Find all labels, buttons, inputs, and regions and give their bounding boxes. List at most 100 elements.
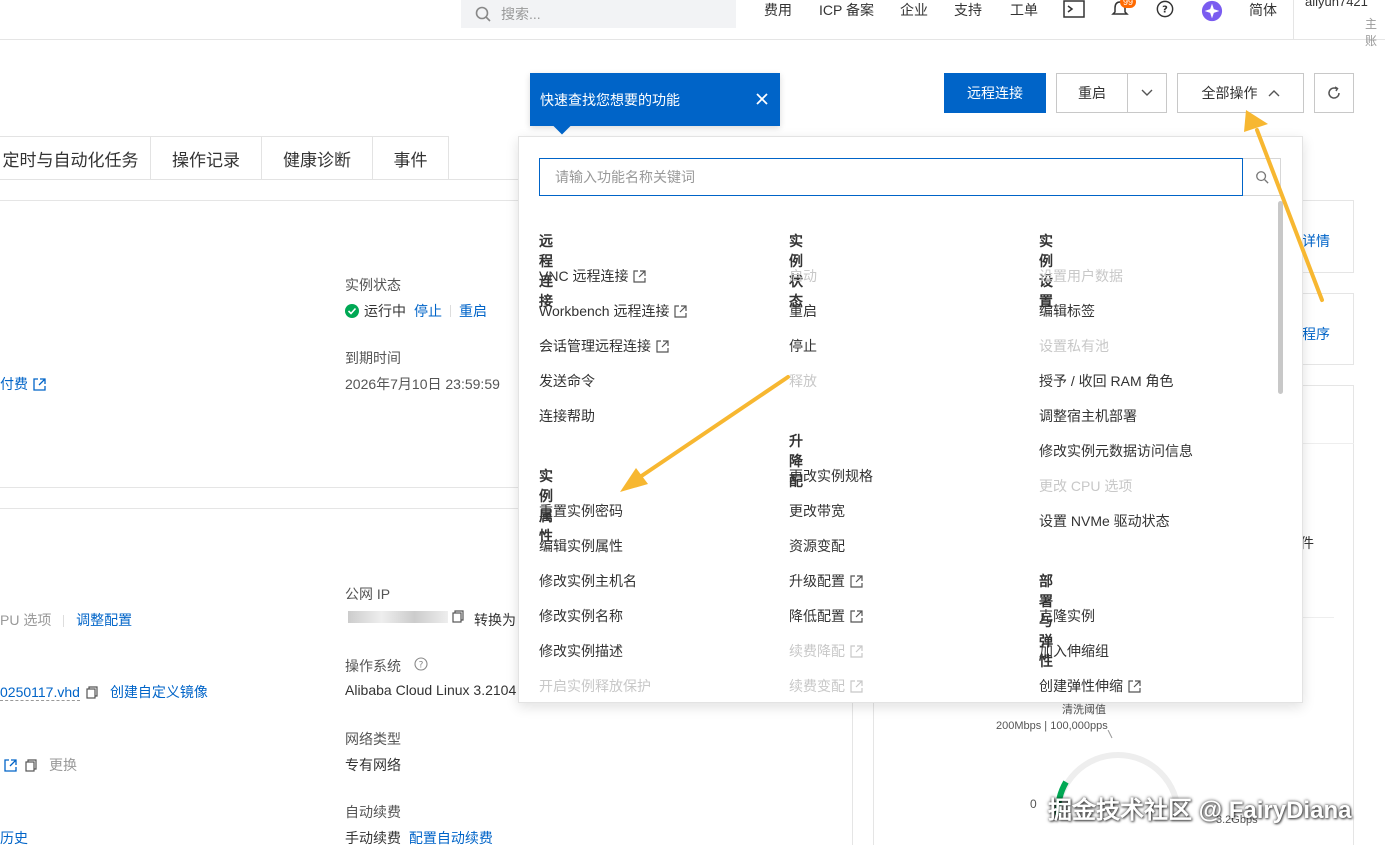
menu-item-label: 续费降配 bbox=[789, 643, 845, 659]
copy-icon[interactable] bbox=[86, 685, 98, 699]
copy-icon[interactable] bbox=[25, 758, 37, 772]
details-link[interactable]: 详情 bbox=[1302, 231, 1330, 251]
dropdown-menu-item[interactable]: 发送命令 bbox=[539, 371, 595, 391]
dropdown-menu-item[interactable]: VNC 远程连接 bbox=[539, 266, 647, 286]
adjust-config-link[interactable]: 调整配置 bbox=[76, 612, 132, 628]
terminal-icon[interactable] bbox=[1063, 0, 1085, 18]
top-navbar: 搜索... 费用 ICP 备案 企业 支持 工单 99 ? 简体 aliyun7… bbox=[0, 0, 1385, 48]
tab-operation-log[interactable]: 操作记录 bbox=[150, 136, 262, 180]
dropdown-menu-item[interactable]: 续费变配 bbox=[789, 676, 863, 696]
dropdown-menu-item[interactable]: 释放 bbox=[789, 371, 817, 391]
network-type-value: 专有网络 bbox=[345, 757, 401, 773]
menu-item-label: 修改实例名称 bbox=[539, 608, 623, 624]
refresh-button[interactable] bbox=[1314, 73, 1354, 113]
dropdown-menu-item[interactable]: 设置私有池 bbox=[1039, 336, 1109, 356]
dropdown-menu-item[interactable]: 重置实例密码 bbox=[539, 501, 623, 521]
dropdown-menu-item[interactable]: 续费降配 bbox=[789, 641, 863, 661]
external-link-icon bbox=[33, 377, 46, 391]
dropdown-menu-item[interactable]: 停止 bbox=[789, 336, 817, 356]
dropdown-menu-item[interactable]: 编辑实例属性 bbox=[539, 536, 623, 556]
convert-to-fragment[interactable]: 转换为 bbox=[474, 610, 516, 630]
dropdown-menu-item[interactable]: 修改实例主机名 bbox=[539, 571, 637, 591]
all-actions-button[interactable]: 全部操作 bbox=[1177, 73, 1304, 113]
replace-link[interactable]: 更换 bbox=[49, 755, 77, 775]
svg-text:?: ? bbox=[1162, 5, 1168, 16]
dropdown-menu-item[interactable]: 编辑标签 bbox=[1039, 301, 1095, 321]
dropdown-menu-item[interactable]: 会话管理远程连接 bbox=[539, 336, 669, 356]
dropdown-menu-item[interactable]: 创建弹性伸缩 bbox=[1039, 676, 1141, 696]
dropdown-menu-item[interactable]: 连接帮助 bbox=[539, 406, 595, 426]
chevron-down-icon bbox=[1141, 89, 1153, 96]
image-id-link[interactable]: 0250117.vhd bbox=[0, 684, 80, 701]
menu-item-label: 开启实例释放保护 bbox=[539, 678, 651, 694]
nav-billing[interactable]: 费用 bbox=[764, 0, 792, 20]
dropdown-menu-item[interactable]: Workbench 远程连接 bbox=[539, 301, 688, 321]
dropdown-menu-item[interactable]: 设置用户数据 bbox=[1039, 266, 1123, 286]
copy-icon[interactable] bbox=[452, 610, 464, 623]
menu-item-label: Workbench 远程连接 bbox=[539, 303, 670, 319]
dropdown-menu-item[interactable]: 升级配置 bbox=[789, 571, 863, 591]
history-link[interactable]: 历史 bbox=[0, 828, 28, 845]
help-icon[interactable]: ? bbox=[1155, 0, 1175, 18]
dropdown-scrollbar[interactable] bbox=[1278, 201, 1283, 394]
nav-icp[interactable]: ICP 备案 bbox=[819, 0, 874, 20]
dropdown-menu-item[interactable]: 更改 CPU 选项 bbox=[1039, 476, 1132, 496]
dropdown-menu-item[interactable]: 更改带宽 bbox=[789, 501, 845, 521]
dropdown-menu-item[interactable]: 设置 NVMe 驱动状态 bbox=[1039, 511, 1170, 531]
dropdown-menu-item[interactable]: 修改实例元数据访问信息 bbox=[1039, 441, 1193, 461]
dropdown-menu-item[interactable]: 克隆实例 bbox=[1039, 606, 1095, 626]
menu-item-label: 克隆实例 bbox=[1039, 608, 1095, 624]
dropdown-menu-item[interactable]: 开启实例释放保护 bbox=[539, 676, 651, 696]
help-icon[interactable]: ? bbox=[414, 657, 428, 671]
config-auto-renew-link[interactable]: 配置自动续费 bbox=[409, 830, 493, 845]
dropdown-menu-item[interactable]: 资源变配 bbox=[789, 536, 845, 556]
menu-item-label: 设置私有池 bbox=[1039, 338, 1109, 354]
dropdown-menu-item[interactable]: 更改实例规格 bbox=[789, 466, 873, 486]
external-link-icon[interactable] bbox=[4, 758, 17, 772]
menu-item-label: 授予 / 收回 RAM 角色 bbox=[1039, 373, 1174, 389]
billing-link[interactable]: 付费 bbox=[0, 374, 46, 394]
image-row: 0250117.vhd 创建自定义镜像 bbox=[0, 682, 208, 702]
dropdown-menu-item[interactable]: 修改实例描述 bbox=[539, 641, 623, 661]
dropdown-menu-item[interactable]: 启动 bbox=[789, 266, 817, 286]
tab-scheduled-tasks[interactable]: 定时与自动化任务 bbox=[0, 136, 151, 180]
dropdown-menu-item[interactable]: 授予 / 收回 RAM 角色 bbox=[1039, 371, 1174, 391]
svg-text:?: ? bbox=[419, 661, 424, 671]
nav-tickets[interactable]: 工单 bbox=[1010, 0, 1038, 20]
cpu-options-fragment: PU 选项 bbox=[0, 612, 52, 628]
nav-support[interactable]: 支持 bbox=[954, 0, 982, 20]
tab-events[interactable]: 事件 bbox=[372, 136, 449, 180]
create-custom-image-link[interactable]: 创建自定义镜像 bbox=[110, 682, 208, 702]
replace-row: 更换 bbox=[4, 755, 77, 775]
restart-more-dropdown[interactable] bbox=[1127, 73, 1167, 113]
menu-item-label: 更改带宽 bbox=[789, 503, 845, 519]
dropdown-menu-item[interactable]: 降低配置 bbox=[789, 606, 863, 626]
user-account[interactable]: aliyun7421 bbox=[1305, 0, 1368, 9]
menu-item-label: 更改实例规格 bbox=[789, 468, 873, 484]
menu-item-label: 创建弹性伸缩 bbox=[1039, 678, 1123, 694]
restart-button[interactable]: 重启 bbox=[1056, 73, 1128, 113]
search-icon bbox=[475, 6, 491, 22]
auto-renew-row: 手动续费 配置自动续费 bbox=[345, 828, 493, 845]
close-icon[interactable] bbox=[754, 91, 770, 107]
instance-status-label: 实例状态 bbox=[345, 277, 401, 293]
dropdown-menu-item[interactable]: 调整宿主机部署 bbox=[1039, 406, 1137, 426]
ai-assistant-icon[interactable] bbox=[1200, 0, 1224, 22]
notification-badge: 99 bbox=[1120, 0, 1137, 8]
dropdown-menu-item[interactable]: 加入伸缩组 bbox=[1039, 641, 1109, 661]
locale-switch[interactable]: 简体 bbox=[1249, 0, 1277, 20]
tab-health-diagnosis[interactable]: 健康诊断 bbox=[261, 136, 373, 180]
external-link-icon bbox=[633, 269, 647, 283]
dropdown-menu-item[interactable]: 重启 bbox=[789, 301, 817, 321]
restart-link[interactable]: 重启 bbox=[459, 301, 487, 321]
stop-link[interactable]: 停止 bbox=[414, 301, 442, 321]
remote-connect-button[interactable]: 远程连接 bbox=[944, 73, 1046, 113]
feature-search-input[interactable] bbox=[539, 158, 1243, 196]
program-link[interactable]: 程序 bbox=[1302, 324, 1330, 344]
dropdown-menu-item[interactable]: 修改实例名称 bbox=[539, 606, 623, 626]
menu-item-label: 续费变配 bbox=[789, 678, 845, 694]
nav-enterprise[interactable]: 企业 bbox=[900, 0, 928, 20]
global-search[interactable]: 搜索... bbox=[461, 0, 736, 28]
feature-search-button[interactable] bbox=[1243, 158, 1281, 196]
basic-info-card bbox=[0, 200, 521, 488]
